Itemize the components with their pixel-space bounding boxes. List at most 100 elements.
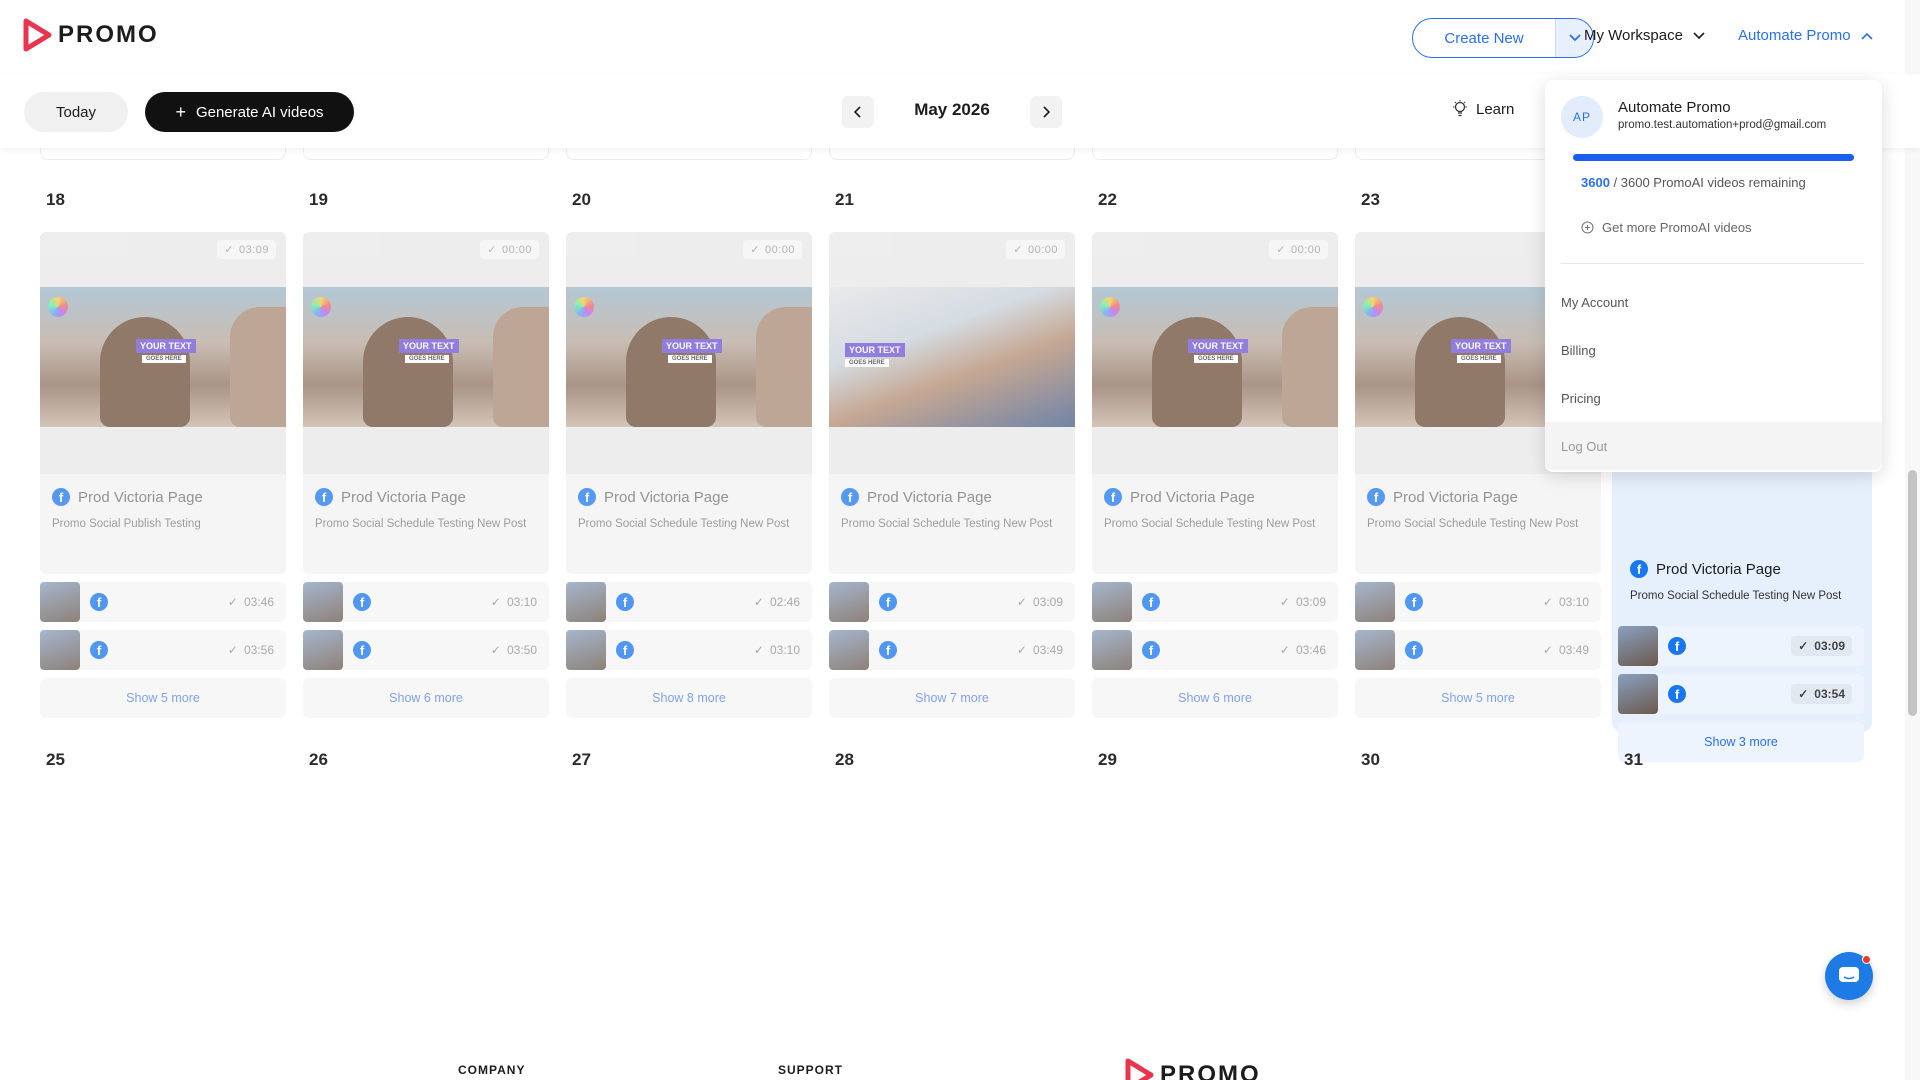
generate-label: Generate AI videos [195,103,324,121]
facebook-icon: f [315,488,333,506]
post-card[interactable]: YOUR TEXT GOES HERE ✓ 00:00 f Prod Victor… [1092,232,1338,574]
avatar: AP [1561,96,1603,138]
duration-badge: ✓ 00:00 [480,240,539,259]
show-more-link[interactable]: Show 6 more [303,678,549,718]
page-name: Prod Victoria Page [341,488,466,506]
duration-text: 00:00 [1027,243,1058,256]
day-number: 23 [1361,190,1380,209]
chevron-up-icon [1860,32,1873,40]
page-name: Prod Victoria Page [604,488,729,506]
learn-button[interactable]: Learn [1452,100,1514,118]
month-label: May 2026 [914,100,990,119]
remaining-text: / 3600 PromoAI videos remaining [1609,175,1806,190]
scrollbar[interactable] [1905,0,1920,1080]
footer-support-heading: SUPPORT [778,1063,844,1077]
duration-text: 03:46 [243,595,274,609]
menu-item-billing[interactable]: Billing [1545,326,1882,374]
video-preview: YOUR TEXT GOES HERE [1092,287,1338,427]
scheduled-post[interactable]: f ✓ 03:10 [303,582,549,622]
scheduled-post[interactable]: f ✓ 03:46 [40,582,286,622]
next-month-button[interactable] [1030,96,1062,128]
scheduled-post[interactable]: f ✓ 03:09 [1618,626,1864,666]
video-preview: YOUR TEXT GOES HERE [303,287,549,427]
chevron-right-icon [1043,106,1050,118]
scheduled-post[interactable]: f ✓ 03:46 [1092,630,1338,670]
post-card[interactable]: YOUR TEXT GOES HERE ✓ 00:00 f Prod Victor… [303,232,549,574]
check-icon: ✓ [490,643,501,657]
chat-icon [1839,967,1859,982]
check-icon: ✓ [753,595,764,609]
menu-item-my-account[interactable]: My Account [1545,278,1882,326]
videos-remaining: 3600 / 3600 PromoAI videos remaining [1581,175,1806,190]
today-button[interactable]: Today [24,92,128,132]
chat-support-button[interactable] [1825,952,1873,1000]
show-more-link[interactable]: Show 8 more [566,678,812,718]
post-title: Promo Social Schedule Testing New Post [1630,590,1842,602]
scheduled-post[interactable]: f ✓ 03:09 [829,582,1075,622]
get-more-videos-link[interactable]: Get more PromoAI videos [1581,220,1752,235]
scheduled-post[interactable]: f ✓ 02:46 [566,582,812,622]
check-icon: ✓ [1016,595,1027,609]
footer-logo[interactable]: PROMO [1124,1058,1261,1080]
post-card[interactable]: YOUR TEXT GOES HERE ✓ 00:00 f Prod Victor… [566,232,812,574]
scheduled-post[interactable]: f ✓ 03:49 [829,630,1075,670]
scheduled-post[interactable]: f ✓ 03:10 [566,630,812,670]
workspace-selector[interactable]: My Workspace [1584,27,1705,44]
page-name: Prod Victoria Page [78,488,203,506]
post-duration: ✓ 03:49 [1543,643,1589,657]
overlay-text: YOUR TEXT [399,339,459,353]
duration-text: 03:10 [1558,595,1589,609]
promo-logo[interactable]: PROMO [22,18,159,52]
account-name: Automate Promo [1618,99,1731,116]
create-new-label: Create New [1444,29,1524,47]
account-menu-button[interactable]: Automate Promo [1738,27,1873,44]
create-new-button[interactable]: Create New [1412,18,1594,58]
post-card[interactable]: YOUR TEXT GOES HERE ✓ 00:00 f Prod Victor… [829,232,1075,574]
check-icon: ✓ [224,244,234,256]
post-info: f Prod Victoria Page Promo Social Schedu… [566,474,812,546]
menu-item-log-out[interactable]: Log Out [1545,422,1882,470]
plus-circle-icon [1581,221,1594,234]
post-thumbnail [1355,582,1395,622]
scheduled-post[interactable]: f ✓ 03:50 [303,630,549,670]
overlay-text: YOUR TEXT [1188,339,1248,353]
duration-text: 03:49 [1032,643,1063,657]
show-more-link[interactable]: Show 5 more [40,678,286,718]
post-page: f Prod Victoria Page [1630,560,1852,578]
overlay-subtext: GOES HERE [142,355,186,363]
post-card[interactable]: YOUR TEXT GOES HERE ✓ 03:09 f Prod Victor… [40,232,286,574]
scheduled-post[interactable]: f ✓ 03:49 [1355,630,1601,670]
post-thumbnail [40,630,80,670]
scheduled-post[interactable]: f ✓ 03:09 [1092,582,1338,622]
previous-month-button[interactable] [842,96,874,128]
show-more-link[interactable]: Show 6 more [1092,678,1338,718]
show-more-link[interactable]: Show 7 more [829,678,1075,718]
post-thumbnail [566,630,606,670]
facebook-icon: f [879,593,897,611]
post-thumbnail: YOUR TEXT GOES HERE ✓ 03:09 [40,232,286,474]
show-more-link[interactable]: Show 3 more [1618,722,1864,762]
post-title: Promo Social Publish Testing [52,518,201,530]
scheduled-post[interactable]: f ✓ 03:56 [40,630,286,670]
post-thumbnail [40,582,80,622]
post-page: f Prod Victoria Page [841,488,1063,506]
post-title: Promo Social Schedule Testing New Post [315,518,527,530]
flower-logo-icon [1100,297,1120,317]
day-posts: YOUR TEXT GOES HERE ✓ 00:00 f Prod Victor… [829,232,1075,718]
scheduled-post[interactable]: f ✓ 03:10 [1355,582,1601,622]
day-number: 19 [309,190,328,209]
post-title: Promo Social Schedule Testing New Post [578,518,790,530]
post-duration: ✓ 03:54 [1791,684,1852,704]
check-icon: ✓ [227,643,238,657]
check-icon: ✓ [227,595,238,609]
show-more-link[interactable]: Show 5 more [1355,678,1601,718]
menu-item-pricing[interactable]: Pricing [1545,374,1882,422]
video-preview: YOUR TEXT GOES HERE [40,287,286,427]
scheduled-post[interactable]: f ✓ 03:54 [1618,674,1864,714]
check-icon: ✓ [1279,643,1290,657]
day-posts: YOUR TEXT GOES HERE ✓ 00:00 f Prod Victor… [1092,232,1338,718]
scrollbar-thumb[interactable] [1908,470,1917,716]
videos-progress-bar [1573,154,1854,161]
overlay-subtext: GOES HERE [1457,355,1501,363]
generate-ai-videos-button[interactable]: + Generate AI videos [145,92,354,132]
